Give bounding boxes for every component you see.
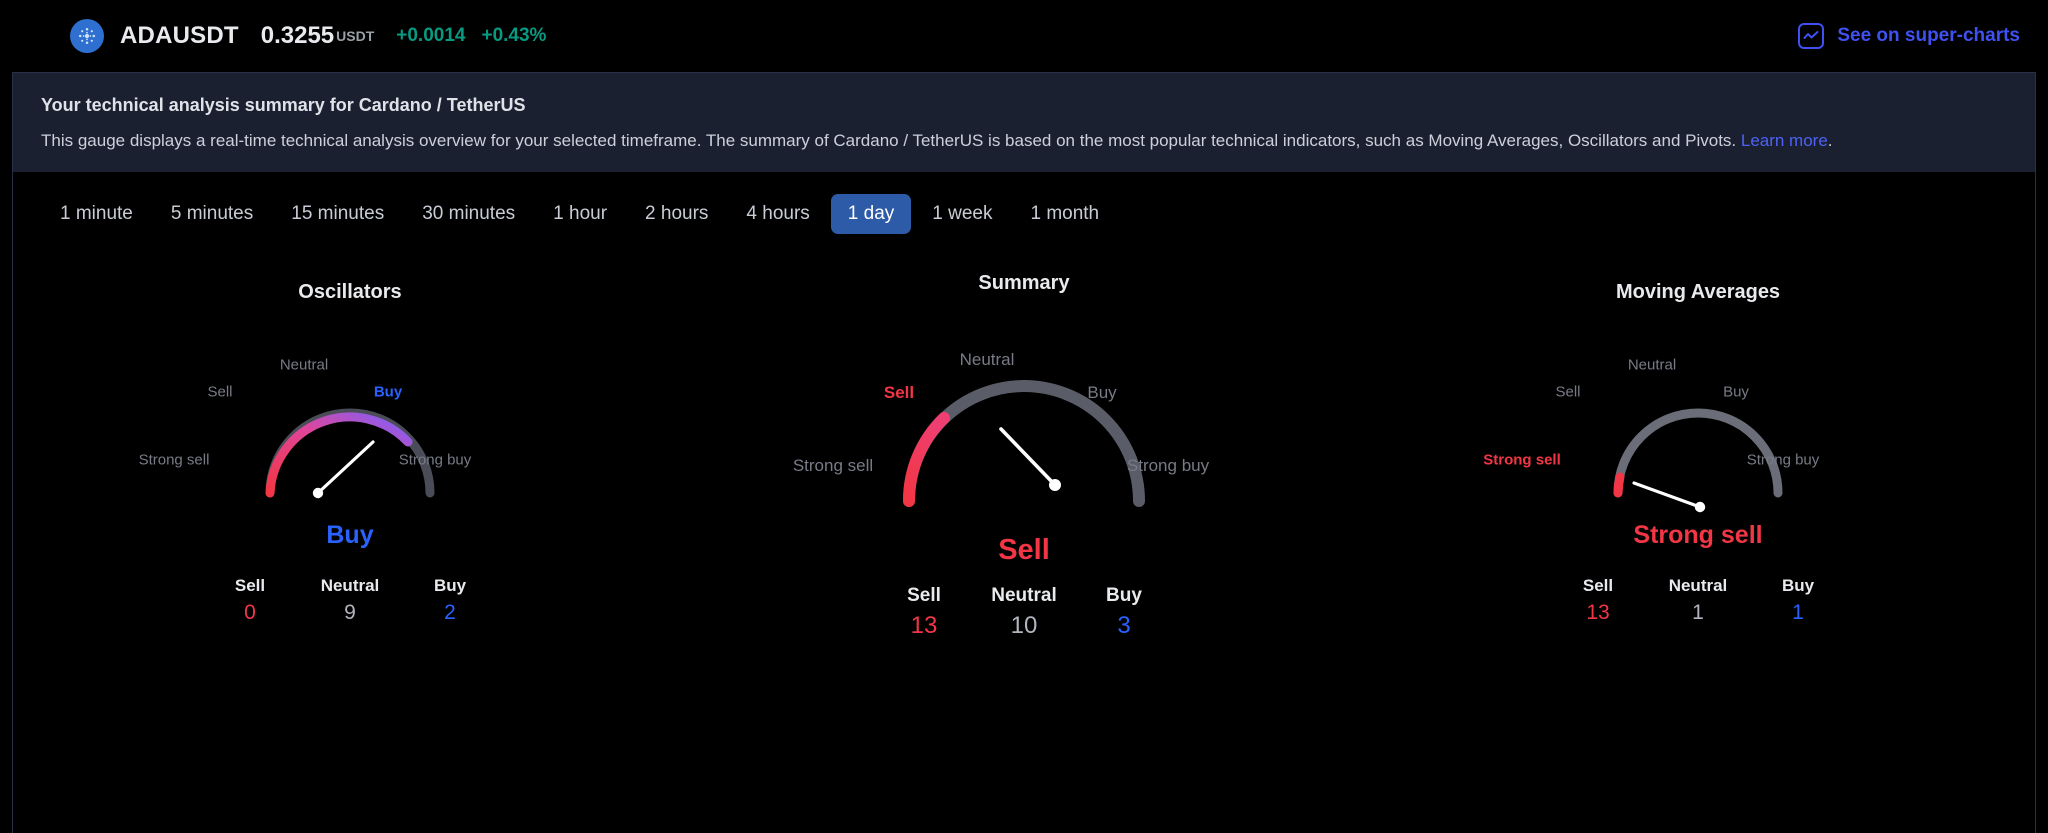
- gauge-label-buy: Buy: [373, 383, 403, 401]
- supercharts-label: See on super-charts: [1837, 25, 2020, 46]
- count-value-neutral: 10: [1010, 612, 1038, 640]
- symbol-price: 0.3255: [260, 22, 335, 49]
- count-neutral-oscillators: Neutral 9: [300, 576, 400, 625]
- gauge-label-strong-buy: Strong buy: [1126, 456, 1210, 476]
- symbol-ticker[interactable]: ADAUSDT: [120, 22, 239, 50]
- gauge-label-strong-buy: Strong buy: [1746, 451, 1820, 469]
- price-change-absolute: +0.0014: [396, 25, 466, 46]
- gauge-oscillators: Oscillators Strong sell Sell Neutral Buy…: [13, 281, 687, 625]
- count-value-buy: 2: [444, 601, 456, 625]
- gauge-label-neutral: Neutral: [959, 350, 1015, 370]
- gauge-verdict-moving-averages: Strong sell: [1633, 521, 1763, 550]
- gauge-label-sell: Sell: [883, 383, 915, 403]
- gauge-dial-summary: Strong sell Sell Neutral Buy Strong buy: [789, 313, 1259, 528]
- gauge-summary: Summary Strong se: [687, 281, 1361, 640]
- tab-1-minute[interactable]: 1 minute: [43, 194, 150, 234]
- gauge-label-sell: Sell: [1555, 383, 1581, 401]
- count-value-sell: 13: [910, 612, 938, 640]
- count-label-sell: Sell: [1582, 576, 1614, 596]
- price-change-percent: +0.43%: [481, 25, 547, 46]
- count-buy-oscillators: Buy 2: [400, 576, 500, 625]
- line-chart-icon: [1798, 23, 1825, 49]
- counts-summary: Sell 13 Neutral 10 Buy 3: [687, 585, 1361, 640]
- gauge-verdict-oscillators: Buy: [326, 521, 374, 550]
- count-label-buy: Buy: [1106, 585, 1142, 607]
- gauge-svg-oscillators: [265, 408, 435, 499]
- count-sell-summary: Sell 13: [874, 585, 974, 640]
- info-body-text: This gauge displays a real-time technica…: [41, 131, 1741, 150]
- gauge-label-neutral: Neutral: [279, 356, 329, 374]
- gauge-moving-averages: Moving Averages Strong sell Sell Neutral…: [1361, 281, 2035, 625]
- cardano-logo-icon: [70, 19, 104, 53]
- tab-1-week[interactable]: 1 week: [915, 194, 1009, 234]
- see-on-supercharts-link[interactable]: See on super-charts: [1798, 23, 2020, 49]
- symbol-header: ADAUSDT 0.3255 USDT +0.0014 +0.43% See o…: [0, 0, 2048, 72]
- count-value-sell: 13: [1586, 601, 1610, 625]
- count-sell-moving-averages: Sell 13: [1548, 576, 1648, 625]
- count-buy-moving-averages: Buy 1: [1748, 576, 1848, 625]
- tab-1-hour[interactable]: 1 hour: [536, 194, 624, 234]
- gauge-label-neutral: Neutral: [1627, 356, 1677, 374]
- symbol-currency: USDT: [336, 28, 375, 44]
- counts-oscillators: Sell 0 Neutral 9 Buy 2: [13, 576, 687, 625]
- gauge-label-strong-sell: Strong sell: [1483, 451, 1561, 469]
- gauge-label-sell: Sell: [207, 383, 233, 401]
- gauge-svg-moving-averages: [1613, 408, 1783, 513]
- gauge-title-moving-averages: Moving Averages: [1615, 281, 1781, 304]
- gauge-label-buy: Buy: [1087, 383, 1117, 403]
- gauge-label-strong-sell: Strong sell: [792, 456, 874, 476]
- gauge-title-oscillators: Oscillators: [298, 281, 402, 304]
- tab-30-minutes[interactable]: 30 minutes: [405, 194, 532, 234]
- info-panel: Your technical analysis summary for Card…: [12, 72, 2036, 173]
- count-value-buy: 3: [1117, 612, 1131, 640]
- count-sell-oscillators: Sell 0: [200, 576, 300, 625]
- tab-2-hours[interactable]: 2 hours: [628, 194, 725, 234]
- gauge-label-buy: Buy: [1723, 383, 1749, 401]
- tab-5-minutes[interactable]: 5 minutes: [154, 194, 270, 234]
- gauges-row: Oscillators Strong sell Sell Neutral Buy…: [13, 281, 2035, 640]
- count-value-neutral: 1: [1692, 601, 1704, 625]
- gauge-label-strong-buy: Strong buy: [398, 451, 472, 469]
- timeframe-tabs: 1 minute 5 minutes 15 minutes 30 minutes…: [13, 172, 2035, 244]
- tab-15-minutes[interactable]: 15 minutes: [274, 194, 401, 234]
- count-neutral-moving-averages: Neutral 1: [1648, 576, 1748, 625]
- count-label-buy: Buy: [1781, 576, 1815, 596]
- tab-1-day[interactable]: 1 day: [830, 194, 912, 235]
- count-label-neutral: Neutral: [1668, 576, 1728, 596]
- count-label-sell: Sell: [234, 576, 266, 596]
- count-value-sell: 0: [244, 601, 256, 625]
- gauge-verdict-summary: Sell: [998, 534, 1050, 567]
- info-panel-title: Your technical analysis summary for Card…: [41, 95, 526, 115]
- learn-more-link[interactable]: Learn more: [1741, 131, 1828, 150]
- count-buy-summary: Buy 3: [1074, 585, 1174, 640]
- panel-wrapper: Your technical analysis summary for Card…: [0, 72, 2048, 833]
- tab-1-month[interactable]: 1 month: [1013, 194, 1116, 234]
- gauge-dial-oscillators: Strong sell Sell Neutral Buy Strong buy: [138, 325, 560, 515]
- count-label-neutral: Neutral: [991, 585, 1057, 607]
- count-value-buy: 1: [1792, 601, 1804, 625]
- count-neutral-summary: Neutral 10: [974, 585, 1074, 640]
- gauge-dial-moving-averages: Strong sell Sell Neutral Buy Strong buy: [1483, 325, 1908, 515]
- count-label-neutral: Neutral: [320, 576, 380, 596]
- analysis-content: 1 minute 5 minutes 15 minutes 30 minutes…: [12, 172, 2036, 833]
- gauge-svg-summary: [902, 380, 1145, 508]
- count-label-buy: Buy: [433, 576, 467, 596]
- tab-4-hours[interactable]: 4 hours: [729, 194, 826, 234]
- info-body-period: .: [1827, 131, 1833, 150]
- info-panel-body: This gauge displays a real-time technica…: [41, 130, 2007, 152]
- count-value-neutral: 9: [344, 601, 356, 625]
- counts-moving-averages: Sell 13 Neutral 1 Buy 1: [1361, 576, 2035, 625]
- gauge-label-strong-sell: Strong sell: [138, 451, 210, 469]
- count-label-sell: Sell: [907, 585, 941, 607]
